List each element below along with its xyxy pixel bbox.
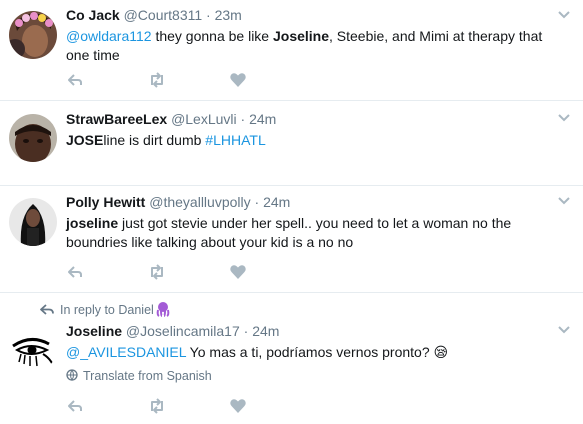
tweet-actions xyxy=(66,263,266,281)
display-name[interactable]: Co Jack xyxy=(66,7,120,23)
user-handle[interactable]: @LexLuvli xyxy=(171,111,237,127)
octopus-emoji-icon xyxy=(156,302,170,317)
tweet-header: StrawBareeLex @LexLuvli · 24m xyxy=(66,110,553,128)
user-handle[interactable]: @Court8311 xyxy=(124,7,203,23)
text-bold-segment: JOSE xyxy=(66,132,104,148)
tweet-text: @_AVILESDANIEL Yo mas a ti, podríamos ve… xyxy=(66,343,553,362)
tweet[interactable]: StrawBareeLex @LexLuvli · 24m JOSEline i… xyxy=(0,101,583,186)
tweet-header: Joseline @Joselincamila17 · 24m xyxy=(66,322,553,340)
timestamp[interactable]: 23m xyxy=(215,7,242,23)
tweet-header: Co Jack @Court8311 · 23m xyxy=(66,6,553,24)
timestamp[interactable]: 24m xyxy=(252,323,279,339)
tweet-text: @owldara112 they gonna be like Joseline,… xyxy=(66,27,553,65)
user-handle[interactable]: @theyallluvpolly xyxy=(149,194,250,210)
mention-link[interactable]: @_AVILESDANIEL xyxy=(66,344,186,360)
tweet[interactable]: Polly Hewitt @theyallluvpolly · 24m jose… xyxy=(0,186,583,293)
separator: · xyxy=(206,7,211,23)
text-bold-segment: Joseline xyxy=(272,28,330,44)
timestamp[interactable]: 24m xyxy=(263,194,290,210)
tweet-text: JOSEline is dirt dumb #LHHATL xyxy=(66,131,553,150)
user-handle[interactable]: @Joselincamila17 xyxy=(126,323,240,339)
separator: · xyxy=(254,194,260,210)
display-name[interactable]: StrawBareeLex xyxy=(66,111,167,127)
reply-icon[interactable] xyxy=(66,397,84,415)
text-bold-segment: joseline xyxy=(66,215,119,231)
tweet[interactable]: In reply to Daniel Joseline @Joselincami… xyxy=(0,293,583,424)
tweet[interactable]: Co Jack @Court8311 · 23m @owldara112 the… xyxy=(0,0,583,101)
tweet-text: joseline just got stevie under her spell… xyxy=(66,214,553,252)
heart-icon[interactable] xyxy=(229,263,247,281)
tweet-body: Joseline @Joselincamila17 · 24m @_AVILES… xyxy=(66,322,553,362)
avatar[interactable] xyxy=(9,324,57,372)
text-segment: line is dirt dumb xyxy=(103,132,206,148)
reply-context[interactable]: In reply to Daniel xyxy=(40,301,171,317)
sleepy-emoji: 😪 xyxy=(433,344,449,360)
separator: · xyxy=(243,323,249,339)
tweet-body: StrawBareeLex @LexLuvli · 24m JOSEline i… xyxy=(66,110,553,150)
avatar[interactable] xyxy=(9,114,57,162)
timestamp[interactable]: 24m xyxy=(249,111,276,127)
text-segment: Yo mas a ti, podríamos vernos pronto? xyxy=(186,344,434,360)
avatar[interactable] xyxy=(9,11,57,59)
tweet-body: Co Jack @Court8311 · 23m @owldara112 the… xyxy=(66,6,553,65)
display-name[interactable]: Joseline xyxy=(66,323,122,339)
avatar[interactable] xyxy=(9,198,57,246)
tweet-body: Polly Hewitt @theyallluvpolly · 24m jose… xyxy=(66,193,553,252)
tweet-actions xyxy=(66,71,266,89)
retweet-icon[interactable] xyxy=(148,397,166,415)
heart-icon[interactable] xyxy=(229,71,247,89)
retweet-icon[interactable] xyxy=(148,71,166,89)
retweet-icon[interactable] xyxy=(148,263,166,281)
text-segment: just got stevie under her spell.. you ne… xyxy=(66,215,512,250)
text-segment: they gonna be like xyxy=(151,28,273,44)
heart-icon[interactable] xyxy=(229,397,247,415)
chevron-down-icon[interactable] xyxy=(557,10,571,20)
chevron-down-icon[interactable] xyxy=(557,196,571,206)
reply-context-label: In reply to Daniel xyxy=(60,303,154,317)
reply-icon[interactable] xyxy=(66,71,84,89)
mention-link[interactable]: @owldara112 xyxy=(66,28,152,44)
chevron-down-icon[interactable] xyxy=(557,113,571,123)
chevron-down-icon[interactable] xyxy=(557,325,571,335)
tweet-actions xyxy=(66,397,266,415)
hashtag-link[interactable]: #LHHATL xyxy=(205,132,265,148)
display-name[interactable]: Polly Hewitt xyxy=(66,194,145,210)
reply-icon[interactable] xyxy=(66,263,84,281)
translate-label: Translate from Spanish xyxy=(83,369,212,383)
reply-arrow-icon xyxy=(40,304,54,315)
tweet-feed: Co Jack @Court8311 · 23m @owldara112 the… xyxy=(0,0,583,424)
separator: · xyxy=(240,111,246,127)
globe-icon xyxy=(66,369,78,381)
tweet-header: Polly Hewitt @theyallluvpolly · 24m xyxy=(66,193,553,211)
translate-link[interactable]: Translate from Spanish xyxy=(66,369,212,383)
